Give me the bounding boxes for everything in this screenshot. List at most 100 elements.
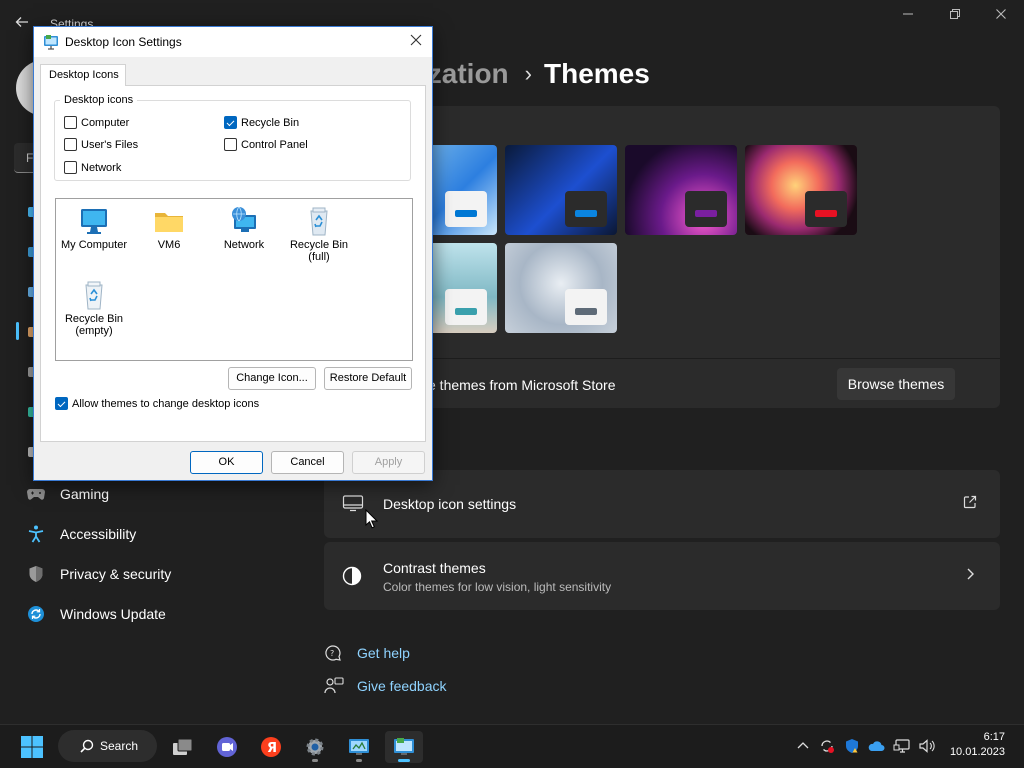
- task-view-button[interactable]: [167, 731, 199, 763]
- recycle-bin-checkbox[interactable]: Recycle Bin: [224, 116, 299, 129]
- theme-preview-window: [805, 191, 847, 227]
- taskbar-search[interactable]: Search: [58, 730, 157, 762]
- network-tray-icon[interactable]: [893, 737, 911, 755]
- svg-text:?: ?: [330, 649, 334, 658]
- allow-themes-checkbox[interactable]: Allow themes to change desktop icons: [55, 397, 259, 410]
- folder-icon: [153, 205, 185, 237]
- theme-preview-window: [685, 191, 727, 227]
- icon-item-recycle-bin-empty[interactable]: Recycle Bin (empty): [56, 279, 132, 337]
- theme-tile-glow[interactable]: [625, 145, 737, 235]
- clock-date: 10.01.2023: [949, 746, 1005, 758]
- contrast-themes-subtitle: Color themes for low vision, light sensi…: [383, 580, 612, 594]
- dialog-title-bar[interactable]: Desktop Icon Settings: [34, 27, 432, 57]
- volume-tray-icon[interactable]: [918, 737, 936, 755]
- selected-nav-indicator: [16, 322, 19, 340]
- desktop-icons-group-label: Desktop icons: [60, 94, 138, 106]
- running-indicator: [356, 759, 362, 762]
- running-indicator: [312, 759, 318, 762]
- desktop-icon-settings-task-button[interactable]: [385, 731, 423, 763]
- store-themes-text: e themes from Microsoft Store: [428, 377, 616, 393]
- feedback-icon: [324, 677, 344, 695]
- nav-label-windows-update: Windows Update: [60, 606, 166, 622]
- dialog-close-button[interactable]: [408, 34, 424, 50]
- icon-item-recycle-bin-full[interactable]: Recycle Bin (full): [281, 205, 357, 263]
- browse-themes-button[interactable]: Browse themes: [837, 368, 955, 400]
- icon-item-vm6[interactable]: VM6: [131, 205, 207, 251]
- taskbar-clock[interactable]: 6:17 10.01.2023: [950, 730, 1005, 760]
- checkbox-label: Control Panel: [241, 138, 308, 151]
- theme-preview-accent: [455, 210, 477, 217]
- nav-label-accessibility: Accessibility: [60, 526, 137, 542]
- onedrive-tray-icon[interactable]: [867, 737, 885, 755]
- restore-icon: [950, 9, 960, 19]
- show-hidden-icons-button[interactable]: [794, 737, 812, 755]
- windows-logo-icon: [21, 736, 43, 758]
- checkbox-label: User's Files: [81, 138, 139, 151]
- cancel-button[interactable]: Cancel: [271, 451, 344, 474]
- breadcrumb-parent[interactable]: ization: [420, 58, 509, 90]
- teams-chat-button[interactable]: [211, 731, 243, 763]
- yandex-icon: Я: [261, 737, 281, 757]
- yandex-browser-button[interactable]: Я: [255, 731, 287, 763]
- accessibility-icon: [24, 525, 48, 543]
- start-button[interactable]: [16, 731, 48, 763]
- active-indicator: [398, 759, 410, 762]
- security-tray-icon[interactable]: [843, 737, 861, 755]
- theme-tile-flow[interactable]: [505, 243, 617, 333]
- clock-time: 6:17: [983, 731, 1005, 743]
- get-help-link[interactable]: ? Get help: [324, 642, 410, 664]
- close-window-button[interactable]: [991, 8, 1011, 24]
- close-icon: [996, 9, 1006, 19]
- control-panel-checkbox[interactable]: Control Panel: [224, 138, 308, 151]
- nav-item-privacy-security[interactable]: Privacy & security: [24, 556, 304, 592]
- dialog-title: Desktop Icon Settings: [65, 35, 182, 49]
- search-icon: [80, 739, 94, 753]
- nav-item-gaming[interactable]: Gaming: [24, 476, 304, 512]
- sync-tray-icon[interactable]: [818, 737, 836, 755]
- theme-tile-captured-motion[interactable]: [745, 145, 857, 235]
- ok-button[interactable]: OK: [190, 451, 263, 474]
- desktop-icon-list[interactable]: My Computer VM6 Network Recycle Bin (ful…: [55, 198, 413, 361]
- control-panel-button[interactable]: [343, 731, 375, 763]
- icon-item-network[interactable]: Network: [206, 205, 282, 251]
- theme-preview-window: [565, 289, 607, 325]
- give-feedback-link[interactable]: Give feedback: [324, 675, 447, 697]
- svg-text:Я: Я: [267, 741, 277, 756]
- ethernet-icon: [893, 739, 910, 753]
- nav-item-windows-update[interactable]: Windows Update: [24, 596, 304, 632]
- theme-tile-windows-dark[interactable]: [505, 145, 617, 235]
- computer-checkbox[interactable]: Computer: [64, 116, 129, 129]
- back-button[interactable]: [14, 14, 34, 34]
- theme-preview-accent: [695, 210, 717, 217]
- apply-button[interactable]: Apply: [352, 451, 425, 474]
- chat-icon: [217, 737, 237, 757]
- restore-default-button[interactable]: Restore Default: [324, 367, 412, 390]
- monitor-icon: [342, 494, 364, 514]
- network-checkbox[interactable]: Network: [64, 161, 121, 174]
- change-icon-button[interactable]: Change Icon...: [228, 367, 316, 390]
- shield-warning-icon: [846, 739, 858, 753]
- restore-button[interactable]: [945, 8, 965, 24]
- chevron-right-icon: [962, 566, 980, 584]
- recycle-bin-full-icon: [303, 205, 335, 237]
- tab-desktop-icons[interactable]: Desktop Icons: [40, 64, 126, 86]
- update-icon: [24, 605, 48, 623]
- taskbar: Search Я 6:17 10.01.2023: [0, 724, 1024, 768]
- gamepad-icon: [24, 485, 48, 503]
- checkbox-box-checked: [55, 397, 68, 410]
- users-files-checkbox[interactable]: User's Files: [64, 138, 138, 151]
- contrast-themes-row[interactable]: Contrast themes Color themes for low vis…: [324, 542, 1000, 610]
- checkbox-box: [64, 138, 77, 151]
- minimize-button[interactable]: [898, 8, 918, 24]
- theme-preview-accent: [575, 308, 597, 315]
- theme-preview-accent: [575, 210, 597, 217]
- icon-item-my-computer[interactable]: My Computer: [56, 205, 132, 251]
- nav-item-accessibility[interactable]: Accessibility: [24, 516, 304, 552]
- icon-label: My Computer: [60, 239, 128, 251]
- settings-app-button[interactable]: [299, 731, 331, 763]
- network-icon: [228, 205, 260, 237]
- give-feedback-label: Give feedback: [357, 678, 447, 694]
- icon-label: Recycle Bin: [64, 313, 124, 325]
- theme-preview-window: [565, 191, 607, 227]
- checkbox-box: [64, 116, 77, 129]
